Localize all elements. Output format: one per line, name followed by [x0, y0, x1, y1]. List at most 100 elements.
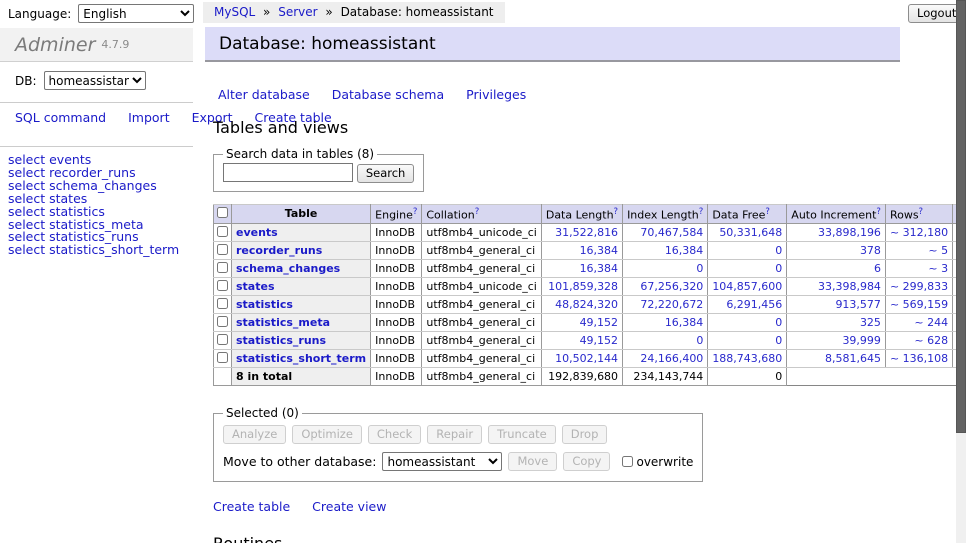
sidebar-action-import[interactable]: Import — [128, 110, 170, 125]
data-length-link[interactable]: 10,502,144 — [555, 352, 618, 365]
help-link[interactable]: ? — [765, 207, 770, 217]
table-link-states[interactable]: states — [236, 280, 275, 293]
row-checkbox[interactable] — [217, 226, 228, 237]
auto-increment-link[interactable]: 325 — [860, 316, 881, 329]
help-link[interactable]: ? — [413, 207, 418, 217]
sidebar-table-select-statistics-short-term[interactable]: select statistics_short_term — [8, 244, 179, 257]
row-checkbox[interactable] — [217, 352, 228, 363]
optimize-button[interactable]: Optimize — [292, 425, 362, 444]
auto-increment-link[interactable]: 913,577 — [835, 298, 881, 311]
truncate-button[interactable]: Truncate — [488, 425, 556, 444]
db-select[interactable]: homeassistant — [44, 71, 146, 90]
row-checkbox[interactable] — [217, 334, 228, 345]
sidebar-action-sql-command[interactable]: SQL command — [15, 110, 106, 125]
rows-link[interactable]: ~ 5 — [928, 244, 948, 257]
language-row: Language: English — [8, 4, 194, 23]
search-input[interactable] — [223, 163, 353, 182]
app-version[interactable]: 4.7.9 — [101, 38, 129, 51]
breadcrumb-mysql-link[interactable]: MySQL — [214, 5, 255, 19]
auto-increment-link[interactable]: 8,581,645 — [825, 352, 881, 365]
table-header-row: TableEngine?Collation?Data Length?Index … — [214, 204, 966, 224]
help-link[interactable]: ? — [699, 207, 704, 217]
move-row: Move to other database: homeassistant Mo… — [223, 452, 693, 471]
rows-link[interactable]: ~ 3 — [928, 262, 948, 275]
rows-link[interactable]: ~ 312,180 — [890, 226, 948, 239]
data-free-link[interactable]: 104,857,600 — [712, 280, 782, 293]
auto-increment-link[interactable]: 33,898,196 — [818, 226, 881, 239]
auto-increment-link[interactable]: 39,999 — [842, 334, 881, 347]
create-create-table[interactable]: Create table — [213, 499, 290, 514]
total-data-length-cell: 192,839,680 — [541, 368, 622, 386]
table-link-statistics[interactable]: statistics — [236, 298, 293, 311]
db-action-alter-database[interactable]: Alter database — [218, 87, 310, 102]
scrollbar-thumb[interactable] — [956, 0, 966, 433]
data-free-link[interactable]: 0 — [775, 316, 782, 329]
table-link-statistics_short_term[interactable]: statistics_short_term — [236, 352, 366, 365]
data-length-link[interactable]: 16,384 — [580, 262, 619, 275]
rows-link[interactable]: ~ 628 — [914, 334, 948, 347]
drop-button[interactable]: Drop — [562, 425, 608, 444]
row-checkbox[interactable] — [217, 280, 228, 291]
index-length-link[interactable]: 72,220,672 — [640, 298, 703, 311]
index-length-link[interactable]: 0 — [696, 334, 703, 347]
row-checkbox-cell — [214, 278, 232, 296]
data-length-link[interactable]: 49,152 — [580, 334, 619, 347]
auto-increment-link[interactable]: 6 — [874, 262, 881, 275]
engine-cell: InnoDB — [371, 350, 422, 368]
create-create-view[interactable]: Create view — [312, 499, 386, 514]
language-select[interactable]: English — [78, 4, 194, 23]
search-button[interactable]: Search — [357, 164, 415, 183]
row-checkbox[interactable] — [217, 262, 228, 273]
db-action-database-schema[interactable]: Database schema — [332, 87, 444, 102]
index-length-link[interactable]: 16,384 — [665, 244, 704, 257]
breadcrumb-server-link[interactable]: Server — [278, 5, 317, 19]
data-free-link[interactable]: 50,331,648 — [719, 226, 782, 239]
data-length-link[interactable]: 48,824,320 — [555, 298, 618, 311]
table-link-statistics_meta[interactable]: statistics_meta — [236, 316, 330, 329]
table-link-statistics_runs[interactable]: statistics_runs — [236, 334, 326, 347]
auto-increment-link[interactable]: 378 — [860, 244, 881, 257]
data-free-link[interactable]: 188,743,680 — [712, 352, 782, 365]
auto-increment-link[interactable]: 33,398,984 — [818, 280, 881, 293]
rows-link[interactable]: ~ 136,108 — [890, 352, 948, 365]
select-all-checkbox[interactable] — [217, 207, 228, 218]
index-length-link[interactable]: 0 — [696, 262, 703, 275]
index-length-link[interactable]: 70,467,584 — [640, 226, 703, 239]
help-link[interactable]: ? — [876, 207, 881, 217]
table-link-events[interactable]: events — [236, 226, 278, 239]
overwrite-checkbox[interactable] — [622, 456, 633, 467]
row-checkbox[interactable] — [217, 244, 228, 255]
index-length-link[interactable]: 16,384 — [665, 316, 704, 329]
data-free-link[interactable]: 6,291,456 — [726, 298, 782, 311]
help-link[interactable]: ? — [919, 207, 924, 217]
data-length-link[interactable]: 49,152 — [580, 316, 619, 329]
db-action-privileges[interactable]: Privileges — [466, 87, 526, 102]
index-length-link[interactable]: 67,256,320 — [640, 280, 703, 293]
analyze-button[interactable]: Analyze — [223, 425, 286, 444]
rows-link[interactable]: ~ 299,833 — [890, 280, 948, 293]
data-length-link[interactable]: 101,859,328 — [548, 280, 618, 293]
row-checkbox[interactable] — [217, 316, 228, 327]
data-free-link[interactable]: 0 — [775, 244, 782, 257]
table-link-recorder_runs[interactable]: recorder_runs — [236, 244, 322, 257]
create-links: Create table Create view — [213, 499, 913, 514]
repair-button[interactable]: Repair — [427, 425, 482, 444]
vertical-scrollbar[interactable] — [956, 0, 966, 543]
rows-link[interactable]: ~ 244 — [914, 316, 948, 329]
rows-link[interactable]: ~ 569,159 — [890, 298, 948, 311]
data-free-link[interactable]: 0 — [775, 262, 782, 275]
row-checkbox[interactable] — [217, 298, 228, 309]
data-length-link[interactable]: 16,384 — [580, 244, 619, 257]
move-button[interactable]: Move — [508, 452, 557, 471]
data-length-link[interactable]: 31,522,816 — [555, 226, 618, 239]
value-cell-data-length: 16,384 — [541, 260, 622, 278]
total-engine-cell: InnoDB — [371, 368, 422, 386]
check-button[interactable]: Check — [368, 425, 421, 444]
help-link[interactable]: ? — [614, 207, 619, 217]
table-link-schema_changes[interactable]: schema_changes — [236, 262, 340, 275]
index-length-link[interactable]: 24,166,400 — [640, 352, 703, 365]
move-database-select[interactable]: homeassistant — [382, 452, 502, 471]
copy-button[interactable]: Copy — [563, 452, 610, 471]
help-link[interactable]: ? — [475, 207, 480, 217]
data-free-link[interactable]: 0 — [775, 334, 782, 347]
